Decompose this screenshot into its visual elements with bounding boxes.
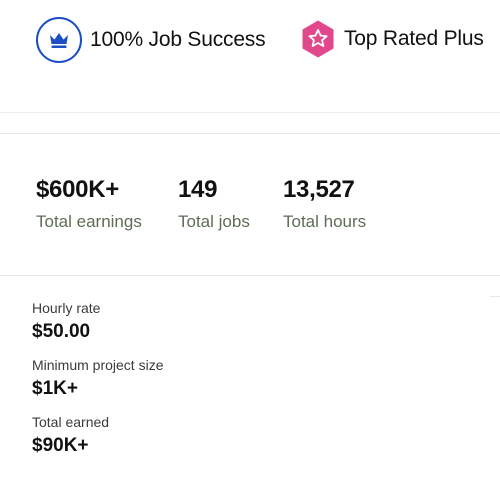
top-rated-plus-badge: Top Rated Plus [299,17,484,61]
stat-value: $600K+ [36,176,119,203]
detail-label: Minimum project size [32,357,164,373]
stat-total-jobs: 149 Total jobs [178,176,250,232]
detail-value: $90K+ [32,435,89,456]
top-rated-plus-label: Top Rated Plus [344,27,484,50]
star-icon [299,17,337,61]
job-success-label: 100% Job Success [90,28,266,51]
stat-value: 149 [178,176,218,203]
detail-hourly-rate: Hourly rate $50.00 [32,300,472,343]
badges-row: 100% Job Success Top Rated Plus [0,0,500,82]
stat-label: Total earnings [36,212,142,231]
stat-label: Total hours [283,212,367,231]
detail-value: $1K+ [32,378,78,399]
detail-total-earned: Total earned $90K+ [32,414,472,457]
details-list: Hourly rate $50.00 Minimum project size … [32,300,472,471]
divider-tick [490,296,500,297]
detail-minimum-project-size: Minimum project size $1K+ [32,357,472,400]
detail-label: Total earned [32,414,110,430]
stats-card: $600K+ Total earnings 149 Total jobs 13,… [0,134,500,276]
crown-icon [36,17,82,63]
job-success-badge: 100% Job Success [36,17,266,63]
stat-total-earnings: $600K+ Total earnings [36,176,142,232]
section-divider [0,112,500,134]
detail-label: Hourly rate [32,300,101,316]
stat-value: 13,527 [283,176,355,203]
detail-value: $50.00 [32,321,91,342]
stat-label: Total jobs [178,212,250,231]
freelancer-profile-panel: 100% Job Success Top Rated Plus $600K+ T… [0,0,500,500]
stat-total-hours: 13,527 Total hours [283,176,366,232]
